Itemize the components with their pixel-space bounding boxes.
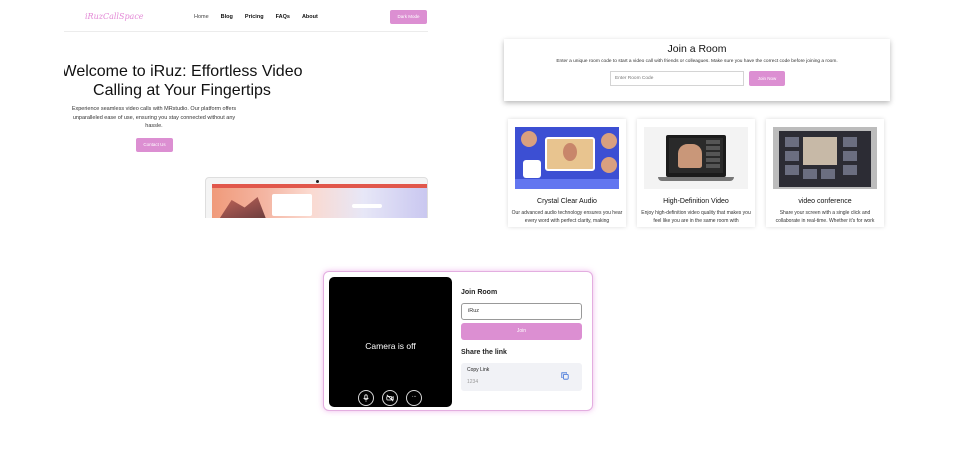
feature-text: Our advanced audio technology ensures yo…	[511, 210, 623, 224]
join-room-description: Enter a unique room code to start a vide…	[556, 59, 838, 64]
call-widget: Camera is off ··· Join Room iRuz Join Sh…	[323, 271, 593, 411]
feature-title: High-Definition Video	[663, 198, 729, 205]
feature-card-video: High-Definition Video Enjoy high-definit…	[637, 119, 755, 227]
feature-title: video conference	[798, 198, 852, 205]
nav-links: Home Blog Pricing FAQs About	[194, 14, 318, 20]
feature-text: Enjoy high-definition video quality that…	[641, 210, 751, 224]
nav-faqs[interactable]: FAQs	[276, 14, 290, 20]
name-input[interactable]: iRuz	[461, 303, 582, 320]
video-feature-image	[644, 127, 748, 189]
audio-feature-image	[515, 127, 619, 189]
laptop-image	[205, 177, 428, 218]
contact-us-button[interactable]: Contact Us	[136, 138, 173, 152]
nav-home[interactable]: Home	[194, 14, 209, 20]
nav-about[interactable]: About	[302, 14, 318, 20]
top-nav: iRuzCallSpace Home Blog Pricing FAQs Abo…	[64, 0, 428, 32]
copy-link-label: Copy Link	[467, 367, 490, 373]
nav-pricing[interactable]: Pricing	[245, 14, 264, 20]
room-code-value: 1234	[467, 379, 479, 385]
share-link-heading: Share the link	[461, 349, 507, 356]
feature-card-audio: Crystal Clear Audio Our advanced audio t…	[508, 119, 626, 227]
dark-mode-button[interactable]: Dark Mode	[390, 10, 427, 24]
hero-text: Experience seamless video calls with MRs…	[71, 106, 237, 129]
camera-status: Camera is off	[365, 341, 416, 351]
room-code-input[interactable]: Enter Room Code	[610, 71, 744, 86]
mic-icon[interactable]	[358, 390, 374, 406]
join-now-button[interactable]: Join Now	[749, 71, 785, 86]
camera-off-icon[interactable]	[382, 390, 398, 406]
logo[interactable]: iRuzCallSpace	[85, 12, 144, 21]
copy-icon[interactable]	[561, 372, 569, 380]
laptop-screen	[212, 184, 427, 218]
nav-blog[interactable]: Blog	[221, 14, 233, 20]
more-icon[interactable]: ···	[406, 390, 422, 406]
join-room-page: Join a Room Enter a unique room code to …	[504, 39, 890, 227]
feature-title: Crystal Clear Audio	[537, 198, 597, 205]
join-button[interactable]: Join	[461, 323, 582, 340]
feature-card-conference: video conference Share your screen with …	[766, 119, 884, 227]
video-preview: Camera is off ···	[329, 277, 452, 407]
join-room-title: Join a Room	[667, 43, 727, 55]
laptop-camera	[316, 180, 319, 183]
join-room-card: Join a Room Enter a unique room code to …	[504, 39, 890, 101]
join-room-heading: Join Room	[461, 289, 498, 296]
hero-title: Welcome to iRuz: Effortless Video Callin…	[64, 63, 303, 99]
landing-page: iRuzCallSpace Home Blog Pricing FAQs Abo…	[64, 0, 428, 218]
conference-feature-image	[773, 127, 877, 189]
share-link-box: Copy Link 1234	[461, 363, 582, 391]
feature-text: Share your screen with a single click an…	[775, 210, 875, 224]
